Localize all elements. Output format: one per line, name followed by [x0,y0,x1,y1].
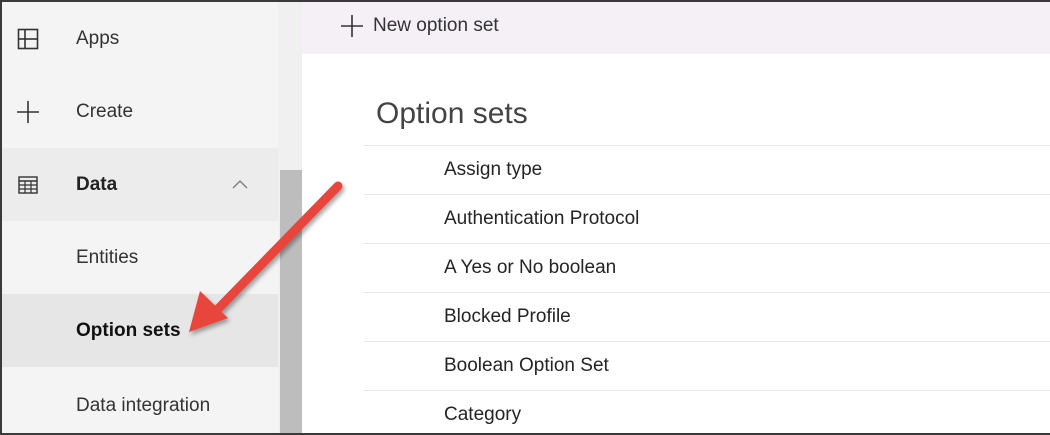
list-item[interactable]: A Yes or No boolean [364,243,1050,292]
option-set-name: A Yes or No boolean [444,257,617,278]
nav-item-create[interactable]: Create [2,75,278,148]
list-item[interactable]: Assign type [364,145,1050,194]
nav-item-data[interactable]: Data [2,148,278,221]
option-set-name: Boolean Option Set [444,355,609,376]
left-navigation: Apps Create Data Entities Option sets Da… [2,2,278,433]
nav-item-apps[interactable]: Apps [2,2,278,75]
list-item[interactable]: Boolean Option Set [364,341,1050,390]
chevron-up-icon[interactable] [232,176,248,194]
new-option-set-label: New option set [373,15,499,36]
nav-item-label: Data integration [76,394,211,416]
list-item[interactable]: Blocked Profile [364,292,1050,341]
nav-item-label: Entities [76,246,139,268]
table-icon [16,173,40,197]
command-bar: New option set [302,2,1050,54]
option-set-name: Blocked Profile [444,306,571,327]
page-title: Option sets [376,97,528,130]
apps-icon [16,27,40,51]
option-set-name: Assign type [444,159,543,180]
new-option-set-button[interactable]: New option set [340,8,499,44]
app-frame: Apps Create Data Entities Option sets Da… [0,0,1050,435]
nav-item-label: Data [76,173,118,195]
nav-item-label: Option sets [76,319,181,341]
option-set-name: Category [444,404,522,425]
nav-item-label: Create [76,100,134,122]
nav-item-label: Apps [76,27,120,49]
plus-icon [340,14,364,38]
option-set-name: Authentication Protocol [444,208,640,229]
nav-item-entities[interactable]: Entities [2,221,278,294]
nav-item-data-integration[interactable]: Data integration [2,369,278,433]
sidebar-scrollbar-thumb[interactable] [280,170,302,433]
plus-icon [16,100,40,124]
list-item[interactable]: Authentication Protocol [364,194,1050,243]
list-item[interactable]: Category [364,390,1050,433]
nav-item-option-sets[interactable]: Option sets [2,294,278,367]
option-sets-list: Assign type Authentication Protocol A Ye… [364,145,1050,433]
